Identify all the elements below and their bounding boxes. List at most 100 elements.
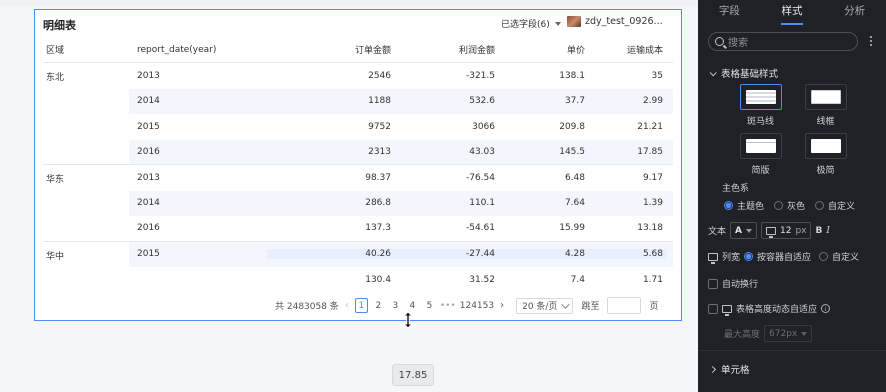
- panel-search-input[interactable]: 搜索: [708, 32, 858, 51]
- text-style-select[interactable]: A: [730, 222, 757, 239]
- header-report-date[interactable]: report_date(year): [129, 45, 267, 55]
- row-values: 2013 2546 -321.5 138.1 35: [129, 63, 673, 89]
- section-table-style-header[interactable]: 表格基础样式: [709, 66, 778, 80]
- next-page-button[interactable]: ›: [498, 300, 506, 311]
- prev-page-button[interactable]: ‹: [343, 300, 351, 311]
- table-row[interactable]: 130.4 31.52 7.4 1.71: [43, 267, 673, 293]
- font-size-unit: px: [795, 225, 807, 236]
- last-page-button[interactable]: 124153: [460, 298, 494, 313]
- style-option-minimal[interactable]: 极简: [793, 133, 858, 176]
- cell-profit-amount: 532.6: [469, 96, 495, 107]
- cell-shipping-cost: 1.71: [642, 274, 663, 285]
- cell-report-date: 2013: [137, 70, 160, 81]
- jump-page-input[interactable]: [607, 297, 642, 314]
- dataset-thumbnail-icon: [567, 16, 581, 27]
- header-profit-amount[interactable]: 利润金额: [391, 43, 495, 56]
- chevron-down-icon: [561, 299, 571, 309]
- style-option-minimal-label: 极简: [816, 166, 835, 176]
- max-height-select[interactable]: 672px: [764, 325, 813, 342]
- detail-table-widget[interactable]: 明细表 已选字段(6) zdy_test_0926... 区域 report_d…: [34, 9, 682, 321]
- radio-col-width-custom[interactable]: [819, 252, 829, 261]
- cell-order-amount: 98.37: [365, 172, 391, 183]
- page-5-button[interactable]: 5: [423, 298, 436, 313]
- section-divider: [698, 350, 886, 351]
- section-cell-label: 单元格: [721, 365, 750, 376]
- radio-fit-container[interactable]: [744, 252, 754, 261]
- page-ellipsis[interactable]: •••: [440, 298, 456, 313]
- row-values: 2015 40.26 -27.44 4.28 5.68: [129, 241, 673, 267]
- row-values: 130.4 31.52 7.4 1.71: [129, 267, 673, 293]
- cell-shipping-cost: 21.21: [637, 121, 663, 132]
- cell-report-date: 2016: [137, 223, 160, 234]
- font-size-input[interactable]: 12 px: [760, 222, 812, 239]
- cell-shipping-cost: 2.99: [642, 96, 663, 107]
- tab-fields[interactable]: 字段: [698, 0, 761, 26]
- section-cell-header[interactable]: 单元格: [708, 362, 750, 376]
- auto-wrap-checkbox[interactable]: [708, 278, 718, 289]
- cell-unit-price: 209.8: [559, 121, 585, 132]
- page-3-button[interactable]: 3: [389, 298, 402, 313]
- cell-order-amount: 137.3: [365, 223, 391, 234]
- cell-unit-price: 15.99: [559, 223, 585, 234]
- dynamic-height-checkbox[interactable]: [708, 303, 718, 314]
- style-option-zebra[interactable]: 斑马线: [728, 84, 793, 127]
- style-option-grid-label: 线框: [816, 117, 835, 127]
- page-suffix: 页: [649, 302, 659, 312]
- style-settings-panel: 字段 样式 分析 搜索 表格基础样式 斑马线 线框 简版 极简 主色系 主题色: [698, 0, 886, 392]
- table-body: 东北 2013 2546 -321.5 138.1 35 2014 1188 532.6 37.7…: [43, 63, 673, 293]
- table-row[interactable]: 华东 2013 98.37 -76.54 6.48 9.17: [43, 165, 673, 191]
- page-size-value: 20 条/页: [522, 302, 558, 312]
- more-options-icon[interactable]: [870, 36, 872, 46]
- header-region[interactable]: 区域: [43, 37, 129, 62]
- info-icon[interactable]: i: [821, 304, 831, 313]
- column-width-row: 列宽 按容器自适应 自定义: [708, 250, 859, 264]
- cell-profit-amount: -27.44: [391, 249, 495, 260]
- radio-custom-color[interactable]: [815, 201, 825, 210]
- table-row[interactable]: 华中 2015 40.26 -27.44 4.28 5.68: [43, 241, 673, 267]
- cell-profit-amount: 110.1: [469, 198, 495, 209]
- cell-unit-price: 6.48: [564, 172, 585, 183]
- cell-profit-amount: -76.54: [465, 172, 495, 183]
- data-table: 区域 report_date(year) 订单金额 利润金额 单价 运输成本 东…: [43, 37, 673, 293]
- dataset-indicator[interactable]: zdy_test_0926...: [567, 16, 663, 27]
- header-order-amount[interactable]: 订单金额: [267, 43, 391, 56]
- bold-toggle[interactable]: B: [815, 226, 822, 236]
- italic-toggle[interactable]: I: [826, 226, 830, 236]
- zebra-thumbnail-image: [745, 90, 776, 104]
- cell-profit-amount: 43.03: [469, 146, 495, 157]
- row-values: 2016 137.3 -54.61 15.99 13.18: [129, 216, 673, 241]
- color-option-theme: 主题色: [737, 202, 765, 212]
- cell-report-date: 2015: [137, 249, 160, 260]
- cell-region: [43, 190, 129, 216]
- style-option-grid[interactable]: 线框: [793, 84, 858, 127]
- cell-region: 东北: [43, 63, 129, 89]
- page-1-button[interactable]: 1: [354, 298, 368, 313]
- selected-fields-dropdown[interactable]: 已选字段(6): [501, 17, 561, 30]
- table-style-options: 斑马线 线框 简版 极简: [728, 84, 858, 176]
- table-row[interactable]: 2014 1188 532.6 37.7 2.99: [43, 88, 673, 114]
- minimal-thumbnail: [804, 133, 847, 159]
- style-option-simple[interactable]: 简版: [728, 133, 793, 176]
- table-row[interactable]: 2016 2313 43.03 145.5 17.85: [43, 139, 673, 165]
- table-row[interactable]: 2015 9752 3066 209.8 21.21: [43, 114, 673, 140]
- table-row[interactable]: 2016 137.3 -54.61 15.99 13.18: [43, 216, 673, 242]
- style-option-zebra-label: 斑马线: [746, 117, 774, 127]
- radio-gray[interactable]: [774, 201, 784, 210]
- header-shipping-cost[interactable]: 运输成本: [585, 43, 667, 56]
- cell-order-amount: 40.26: [267, 249, 391, 260]
- header-unit-price[interactable]: 单价: [495, 43, 585, 56]
- page-2-button[interactable]: 2: [372, 298, 385, 313]
- cell-order-amount: 9752: [368, 121, 391, 132]
- canvas-top-strip: [0, 0, 698, 6]
- style-option-simple-label: 简版: [751, 166, 770, 176]
- page-size-select[interactable]: 20 条/页: [516, 297, 574, 314]
- cell-report-date: 2014: [137, 96, 160, 107]
- tab-style[interactable]: 样式: [761, 0, 824, 26]
- monitor-icon: [722, 304, 732, 316]
- grid-thumbnail: [804, 84, 847, 110]
- radio-theme-color[interactable]: [724, 201, 733, 210]
- table-row[interactable]: 东北 2013 2546 -321.5 138.1 35: [43, 63, 673, 89]
- cell-region: [43, 216, 129, 241]
- tab-analysis[interactable]: 分析: [823, 0, 886, 26]
- table-row[interactable]: 2014 286.8 110.1 7.64 1.39: [43, 190, 673, 216]
